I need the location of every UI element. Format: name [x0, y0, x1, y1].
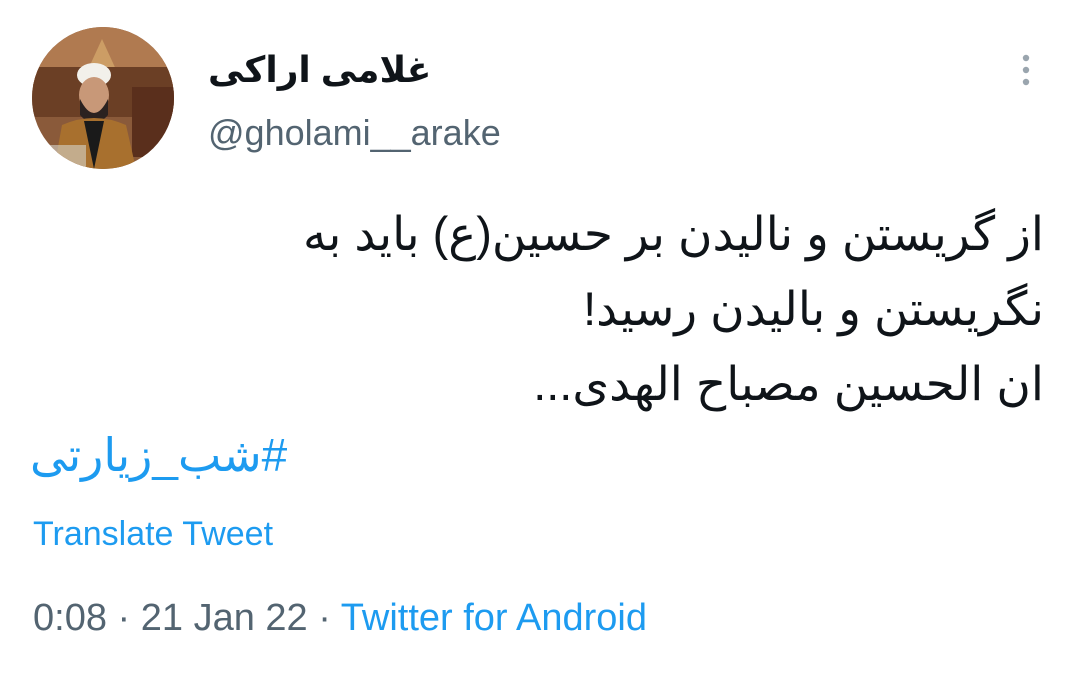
display-name[interactable]: غلامی اراکی	[208, 48, 431, 92]
tweet-card: غلامی اراکی @gholami__arake از گریستن و …	[0, 0, 1080, 675]
hashtag-link[interactable]: #شب_زیارتی	[30, 425, 287, 485]
tweet-text: از گریستن و نالیدن بر حسین(ع) باید به نگ…	[164, 196, 1044, 421]
avatar-image	[32, 27, 174, 169]
more-vertical-icon	[1022, 54, 1030, 86]
tweet-text-line: نگریستن و بالیدن رسید!	[583, 282, 1044, 335]
meta-separator: ·	[117, 597, 131, 639]
more-options-button[interactable]	[1010, 48, 1042, 92]
tweet-metadata: 0:08 · 21 Jan 22 · Twitter for Android	[33, 594, 647, 642]
meta-separator: ·	[318, 597, 331, 639]
tweet-time[interactable]: 0:08	[33, 597, 107, 639]
tweet-text-line: ان الحسین مصباح الهدی...	[533, 357, 1044, 410]
avatar[interactable]	[32, 27, 174, 169]
user-handle[interactable]: @gholami__arake	[208, 111, 501, 155]
tweet-date[interactable]: 21 Jan 22	[141, 597, 308, 639]
tweet-text-line: از گریستن و نالیدن بر حسین(ع) باید به	[303, 207, 1044, 260]
tweet-source-link[interactable]: Twitter for Android	[341, 597, 647, 639]
translate-tweet-link[interactable]: Translate Tweet	[33, 512, 273, 556]
